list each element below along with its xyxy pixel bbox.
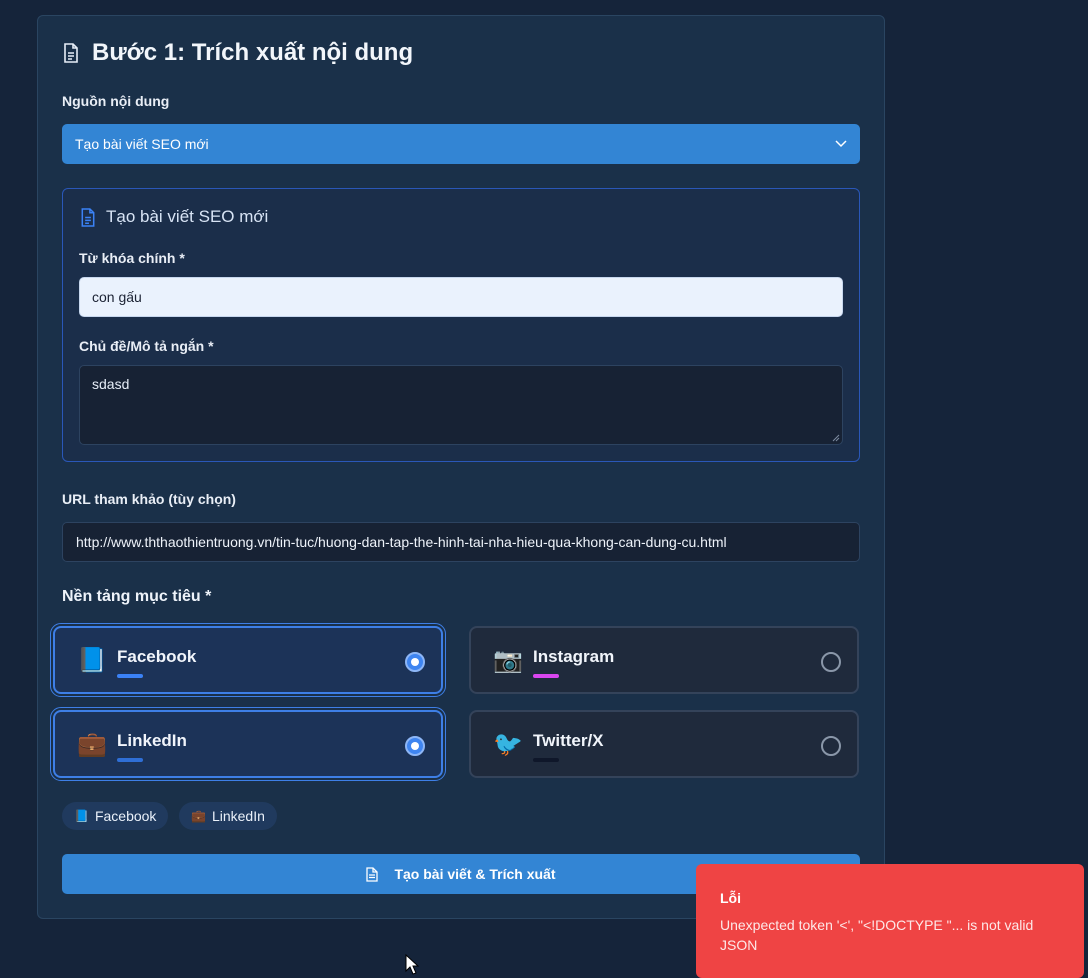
- platform-accent-bar: [533, 758, 559, 762]
- chevron-down-icon: [835, 140, 847, 148]
- create-extract-label: Tạo bài viết & Trích xuất: [394, 866, 556, 882]
- platform-name: Facebook: [117, 647, 197, 666]
- document-icon: [64, 43, 78, 63]
- error-toast-title: Lỗi: [720, 890, 741, 906]
- keyword-label: Từ khóa chính *: [79, 250, 185, 266]
- document-icon: [366, 866, 379, 882]
- step-title: Bước 1: Trích xuất nội dung: [62, 38, 413, 68]
- platform-accent-bar: [117, 674, 143, 678]
- camera-icon: 📷: [493, 647, 523, 674]
- step-title-text: Bước 1: Trích xuất nội dung: [92, 39, 414, 66]
- facebook-icon: 📘: [77, 647, 107, 674]
- briefcase-icon: 💼: [191, 809, 206, 823]
- platform-option-twitter[interactable]: 🐦 Twitter/X: [469, 710, 859, 778]
- platform-accent-bar: [533, 674, 559, 678]
- platform-radio[interactable]: [405, 736, 425, 756]
- seo-panel-heading-text: Tạo bài viết SEO mới: [106, 207, 269, 226]
- url-value: http://www.ththaothientruong.vn/tin-tuc/…: [76, 534, 727, 550]
- topic-label: Chủ đề/Mô tả ngắn *: [79, 338, 214, 354]
- resize-grip-icon[interactable]: [832, 434, 840, 442]
- bird-icon: 🐦: [493, 731, 523, 758]
- document-icon: [81, 207, 95, 227]
- platform-name: Instagram: [533, 647, 615, 666]
- seo-panel-heading: Tạo bài viết SEO mới: [80, 207, 268, 227]
- error-toast[interactable]: Lỗi Unexpected token '<', "<!DOCTYPE "..…: [696, 864, 1084, 978]
- selected-chip-facebook: 📘 Facebook: [62, 802, 169, 830]
- url-label: URL tham khảo (tùy chọn): [62, 491, 236, 507]
- platform-name: Twitter/X: [533, 731, 604, 750]
- platforms-heading: Nền tảng mục tiêu *: [62, 588, 212, 605]
- topic-value: sdasd: [92, 376, 130, 392]
- mouse-cursor-icon: [405, 954, 419, 975]
- source-select-value: Tạo bài viết SEO mới: [75, 136, 209, 152]
- platform-option-facebook[interactable]: 📘 Facebook: [50, 623, 446, 697]
- platform-option-linkedin[interactable]: 💼 LinkedIn: [50, 707, 446, 781]
- keyword-value: con gấu: [92, 289, 142, 305]
- source-select[interactable]: Tạo bài viết SEO mới: [62, 124, 860, 164]
- facebook-icon: 📘: [74, 809, 89, 823]
- topic-textarea[interactable]: sdasd: [79, 365, 843, 445]
- source-label: Nguồn nội dung: [62, 93, 170, 109]
- keyword-input[interactable]: con gấu: [79, 277, 843, 317]
- url-input[interactable]: http://www.ththaothientruong.vn/tin-tuc/…: [62, 522, 860, 562]
- platform-name: LinkedIn: [117, 731, 187, 750]
- error-toast-message: Unexpected token '<', "<!DOCTYPE "... is…: [720, 917, 1034, 953]
- platform-option-instagram[interactable]: 📷 Instagram: [469, 626, 859, 694]
- seo-panel: Tạo bài viết SEO mới Từ khóa chính * con…: [62, 188, 860, 462]
- platform-accent-bar: [117, 758, 143, 762]
- briefcase-icon: 💼: [77, 731, 107, 758]
- step-card: Bước 1: Trích xuất nội dung Nguồn nội du…: [37, 15, 885, 919]
- platform-radio[interactable]: [821, 652, 841, 672]
- chip-label: LinkedIn: [211, 808, 265, 824]
- platform-radio[interactable]: [405, 652, 425, 672]
- chip-label: Facebook: [94, 808, 157, 824]
- selected-chip-linkedin: 💼 LinkedIn: [179, 802, 277, 830]
- platform-radio[interactable]: [821, 736, 841, 756]
